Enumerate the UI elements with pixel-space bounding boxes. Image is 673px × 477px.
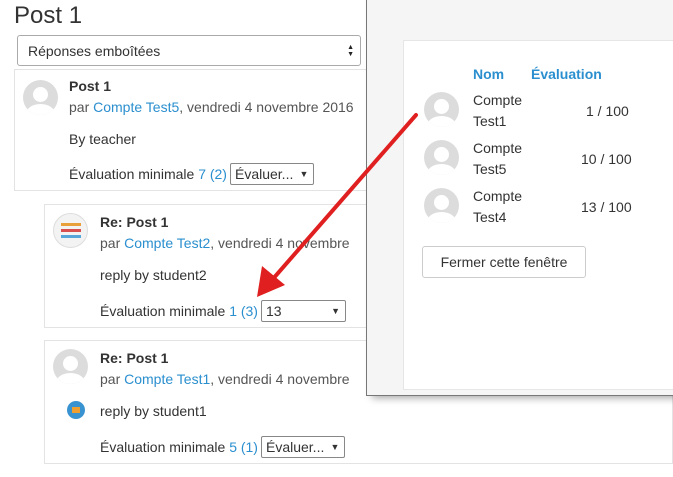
rater-name: Compte Test1 [473, 90, 522, 132]
post-title: Re: Post 1 [100, 214, 169, 230]
post-title: Post 1 [69, 78, 112, 94]
avatar [53, 213, 88, 248]
chevron-down-icon: ▼ [330, 442, 340, 452]
column-header-rating[interactable]: Évaluation [531, 66, 602, 82]
close-window-button[interactable]: Fermer cette fenêtre [422, 246, 586, 278]
display-mode-select[interactable]: Réponses emboîtées ▲ ▼ [17, 35, 361, 66]
rating-aggregate-link[interactable]: 1 (3) [229, 303, 258, 319]
updown-caret-icon: ▲ ▼ [347, 43, 354, 58]
rating-label: Évaluation minimale [100, 303, 226, 319]
avatar [424, 188, 459, 223]
post-message: reply by student1 [100, 403, 207, 419]
rater-name-line: Test5 [473, 161, 507, 177]
chevron-down-icon: ▼ [299, 169, 309, 179]
rater-score: 13 / 100 [581, 199, 632, 215]
post-date: , vendredi 4 novembre 2016 [179, 99, 354, 115]
rating-select-value: Évaluer... [265, 439, 325, 455]
post-date: , vendredi 4 novembre [210, 371, 350, 387]
page-title: Post 1 [14, 2, 83, 29]
post-card: Post 1 par Compte Test5, vendredi 4 nove… [14, 69, 374, 191]
post-message: By teacher [69, 131, 136, 147]
rater-name-line: Compte [473, 188, 523, 204]
author-link[interactable]: Compte Test1 [124, 371, 210, 387]
rating-select[interactable]: Évaluer... ▼ [229, 163, 315, 185]
rating-select[interactable]: 13 ▼ [260, 300, 346, 322]
chevron-down-icon: ▼ [331, 306, 340, 316]
post-message: reply by student2 [100, 267, 207, 283]
rater-name-line: Test4 [473, 209, 507, 225]
avatar [424, 140, 459, 175]
avatar [23, 80, 58, 115]
rater-name: Compte Test4 [473, 186, 522, 228]
meta-prefix: par [69, 99, 94, 115]
rating-aggregate-link[interactable]: 5 (1) [229, 439, 258, 455]
rater-name-line: Compte [473, 92, 523, 108]
rater-score: 1 / 100 [586, 103, 629, 119]
rating-label: Évaluation minimale [100, 439, 226, 455]
rating-select[interactable]: Évaluer... ▼ [260, 436, 346, 458]
display-mode-value: Réponses emboîtées [28, 42, 161, 59]
post-title: Re: Post 1 [100, 350, 169, 366]
rating-select-value: 13 [265, 303, 282, 319]
attachment-icon [67, 401, 85, 419]
post-date: , vendredi 4 novembre [210, 235, 350, 251]
rating-line: Évaluation minimale 5 (1) Évaluer... ▼ [100, 436, 346, 458]
rating-line: Évaluation minimale 1 (3) 13 ▼ [100, 300, 346, 322]
rating-line: Évaluation minimale 7 (2) Évaluer... ▼ [69, 163, 315, 185]
rating-label: Évaluation minimale [69, 166, 195, 182]
rating-select-value: Évaluer... [234, 166, 294, 182]
author-link[interactable]: Compte Test5 [93, 99, 179, 115]
rater-name-line: Test1 [473, 113, 507, 129]
meta-prefix: par [100, 371, 125, 387]
rater-name-line: Compte [473, 140, 523, 156]
author-link[interactable]: Compte Test2 [124, 235, 210, 251]
rater-score: 10 / 100 [581, 151, 632, 167]
post-card: Re: Post 1 par Compte Test2, vendredi 4 … [44, 204, 374, 328]
rating-aggregate-link[interactable]: 7 (2) [198, 166, 227, 182]
post-meta: par Compte Test5, vendredi 4 novembre 20… [69, 99, 354, 115]
rater-name: Compte Test5 [473, 138, 522, 180]
meta-prefix: par [100, 235, 125, 251]
post-meta: par Compte Test1, vendredi 4 novembre [100, 371, 350, 387]
post-meta: par Compte Test2, vendredi 4 novembre [100, 235, 350, 251]
avatar [53, 349, 88, 384]
avatar [424, 92, 459, 127]
column-header-name[interactable]: Nom [473, 66, 504, 82]
